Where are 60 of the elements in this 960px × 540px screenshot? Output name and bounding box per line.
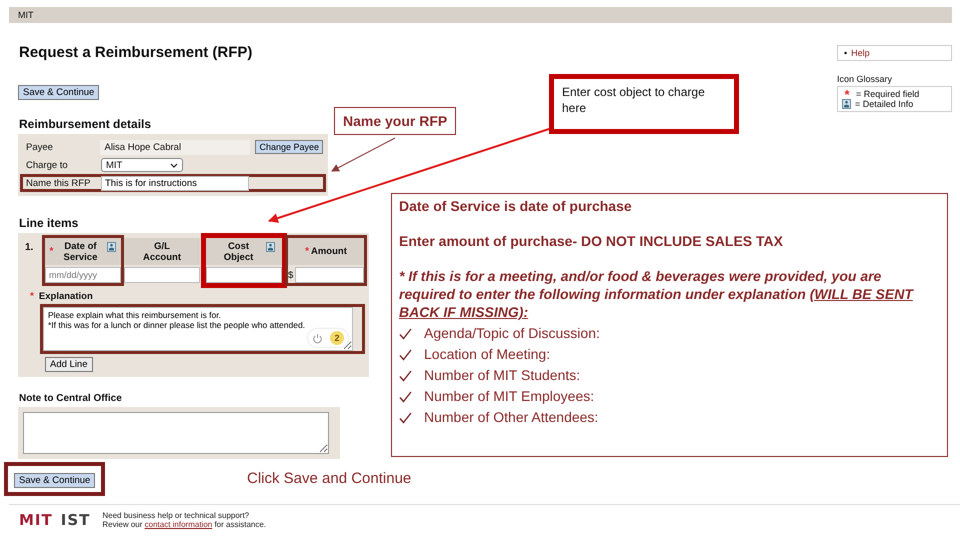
callout-note: Name your RFP [334,107,456,135]
footer-text: Review our contact information for assistance. [102,520,266,529]
instruction-text: Date of Service is date of purchase [399,197,633,215]
field-label: Name this RFP [26,178,92,188]
glossary-title: Icon Glossary [837,74,894,84]
check-icon [399,370,412,382]
line-item-field[interactable] [206,267,282,283]
callout-note: Enter cost object to charge here [549,74,739,134]
line-item-field[interactable]: mm/dd/yyyy [45,267,121,283]
check-icon [399,412,412,424]
currency-symbol: $ [288,270,294,280]
charge-to-dropdown[interactable]: MIT [101,158,183,172]
info-icon[interactable] [266,242,274,252]
checklist-item: Agenda/Topic of Discussion: [424,324,600,343]
site-title: MIT [18,10,34,20]
instruction-text: Enter amount of purchase- DO NOT INCLUDE SALES TAX [399,232,784,250]
section-heading: Reimbursement details [19,117,152,131]
glossary-text: = Required field [856,89,920,99]
checklist-item: Number of MIT Employees: [424,387,594,406]
checklist-item: Number of Other Attendees: [424,408,598,427]
save-continue-button[interactable]: Save & Continue [14,473,96,488]
section-heading: Note to Central Office [19,393,122,404]
save-continue-button[interactable]: Save & Continue [18,85,100,100]
mit-logo: MIT [19,511,53,529]
note-field[interactable] [23,412,329,454]
check-icon [399,390,412,402]
column-header: * Date of Service [45,238,121,265]
bullet: • [844,48,848,58]
info-icon [842,99,851,109]
power-icon[interactable] [312,332,323,344]
check-icon [399,348,412,360]
checklist-item: Location of Meeting: [424,345,550,364]
section-heading: Line items [19,216,78,230]
required-mark: * [30,291,34,302]
contact-link[interactable]: contact information [144,520,212,529]
checklist-item: Number of MIT Students: [424,366,580,385]
count-badge[interactable]: 2 [330,331,344,345]
column-header: Cost Object [206,238,282,265]
help-link[interactable]: Help [851,48,870,58]
column-header: G/L Account [124,238,200,265]
line-item-field[interactable] [124,267,200,283]
add-line-button[interactable]: Add Line [45,357,93,372]
info-icon[interactable] [107,242,116,252]
ist-logo: IST [60,511,90,529]
field-label: Payee [26,142,54,152]
payee-value: Alisa Hope Cabral [100,140,250,154]
footer-text: Need business help or technical support? [102,511,250,520]
glossary-text: = Detailed Info [855,99,914,109]
chevron-down-icon [170,162,178,168]
warning-text: * If this is for a meeting, and/or food & beverages were provided, you are required to enter the following information under explanation (WILL BE SENT BACK IF MISSING): [399,267,915,321]
line-number: 1. [24,241,34,253]
page-title: Request a Reimbursement (RFP) [19,44,254,61]
check-icon [399,328,412,340]
rfp-name-field[interactable]: This is for instructions [101,176,249,190]
line-item-field[interactable] [295,267,364,283]
required-mark: * [843,90,851,98]
field-label: Explanation [38,291,93,302]
change-payee-button[interactable]: Change Payee [255,140,323,154]
column-header: * Amount [288,238,364,265]
field-label: Charge to [26,160,69,170]
